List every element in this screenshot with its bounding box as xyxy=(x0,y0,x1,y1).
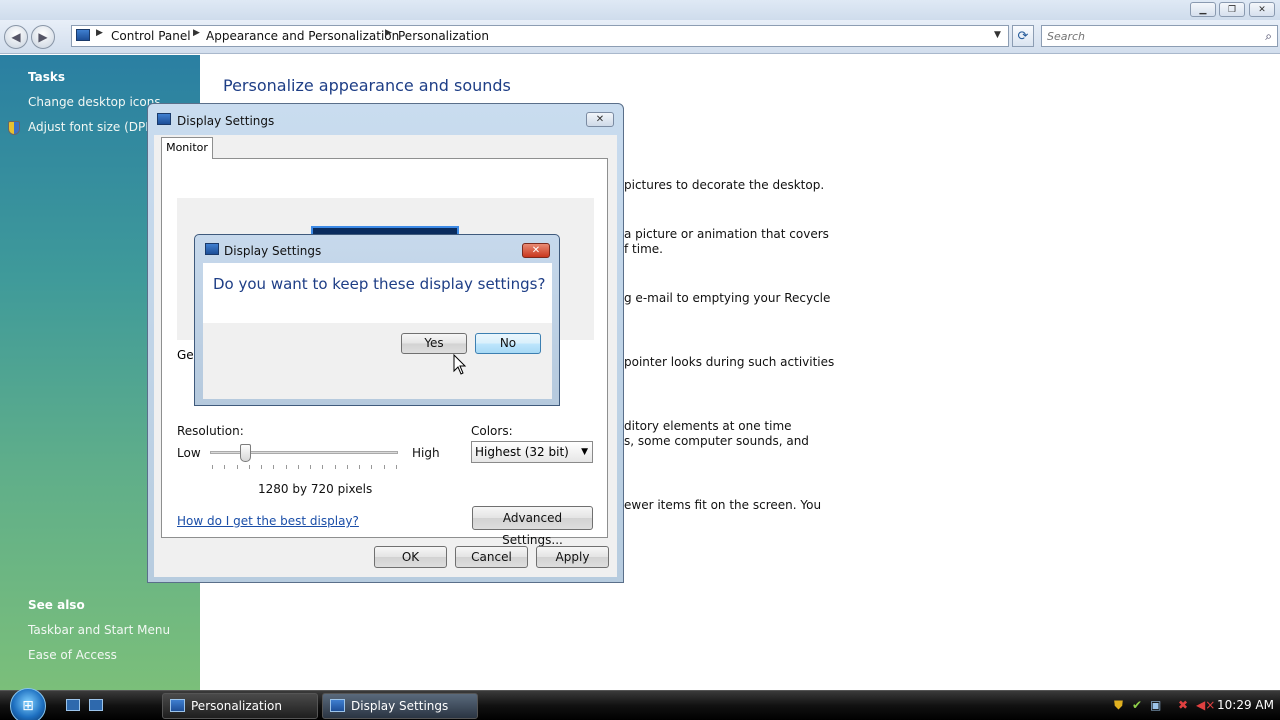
page-title: Personalize appearance and sounds xyxy=(223,76,511,95)
security-shield-icon[interactable]: ⛊ xyxy=(1114,698,1123,713)
mouse-cursor-icon xyxy=(453,354,467,375)
see-also-taskbar[interactable]: Taskbar and Start Menu xyxy=(28,623,170,637)
ok-button[interactable]: OK xyxy=(374,546,447,568)
no-button[interactable]: No xyxy=(475,333,541,354)
dialog-question: Do you want to keep these display settin… xyxy=(213,275,546,293)
taskbar: ⊞ Personalization Display Settings ⛊ ✔ ▣… xyxy=(0,688,1280,720)
yes-button[interactable]: Yes xyxy=(401,333,467,354)
control-panel-icon xyxy=(76,29,90,41)
slider-tick xyxy=(236,465,238,469)
display-icon xyxy=(205,243,219,255)
network-error-icon[interactable]: ✖ xyxy=(1178,698,1188,712)
description-text: ditory elements at one time xyxy=(624,419,792,433)
colors-value: Highest (32 bit) xyxy=(475,445,569,459)
breadcrumb-personalization[interactable]: Personalization xyxy=(398,29,489,43)
display-icon xyxy=(330,699,345,712)
chevron-down-icon[interactable]: ▼ xyxy=(994,30,1001,40)
window-title-strip: ▁ ❐ ✕ xyxy=(0,0,1280,20)
close-button[interactable]: ✕ xyxy=(522,243,550,258)
taskbar-button-display-settings[interactable]: Display Settings xyxy=(322,693,478,719)
shield-icon xyxy=(8,121,20,135)
chevron-right-icon[interactable]: ▶ xyxy=(385,28,392,38)
description-text: pointer looks during such activities xyxy=(624,355,835,369)
slider-tick xyxy=(248,465,250,469)
description-text: f time. xyxy=(624,242,663,256)
back-arrow-icon[interactable]: ◀ xyxy=(4,25,28,49)
taskbar-button-personalization[interactable]: Personalization xyxy=(162,693,318,719)
slider-tick xyxy=(346,465,348,469)
show-desktop-icon[interactable] xyxy=(66,699,80,711)
slider-tick xyxy=(212,465,213,469)
personalization-icon xyxy=(170,699,185,712)
search-icon[interactable]: ⌕ xyxy=(1265,29,1272,44)
maximize-button[interactable]: ❐ xyxy=(1219,2,1245,17)
slider-tick xyxy=(261,465,263,469)
slider-tick xyxy=(224,465,226,469)
dialog-message-area: Do you want to keep these display settin… xyxy=(203,263,552,323)
taskbar-button-label: Display Settings xyxy=(351,699,449,713)
windows-start-icon[interactable]: ⊞ xyxy=(10,688,46,720)
search-input[interactable] xyxy=(1047,27,1247,45)
switch-windows-icon[interactable] xyxy=(89,699,103,711)
tasks-heading: Tasks xyxy=(28,70,66,84)
cancel-button[interactable]: Cancel xyxy=(455,546,528,568)
chevron-right-icon[interactable]: ▶ xyxy=(96,28,103,38)
colors-select[interactable]: Highest (32 bit) ▼ xyxy=(471,441,593,463)
slider-tick xyxy=(285,465,287,469)
slider-tick xyxy=(334,465,336,469)
resolution-value: 1280 by 720 pixels xyxy=(258,482,373,496)
apply-button[interactable]: Apply xyxy=(536,546,609,568)
description-text: g e-mail to emptying your Recycle xyxy=(624,291,831,305)
slider-tick xyxy=(273,465,275,469)
slider-tick xyxy=(371,465,373,469)
description-text: pictures to decorate the desktop. xyxy=(624,178,825,192)
updates-icon[interactable]: ✔ xyxy=(1132,698,1142,712)
volume-muted-icon[interactable]: ◀× xyxy=(1196,698,1215,712)
network-icon[interactable]: ▣ xyxy=(1150,698,1161,712)
chevron-down-icon: ▼ xyxy=(581,447,588,457)
dialog-title: Display Settings xyxy=(224,244,322,258)
slider-tick xyxy=(322,465,324,469)
slider-tick xyxy=(396,465,397,469)
help-link[interactable]: How do I get the best display? xyxy=(177,514,359,528)
slider-tick xyxy=(297,465,299,469)
window-title: Display Settings xyxy=(177,114,275,128)
slider-tick xyxy=(310,465,312,469)
task-adjust-font-size[interactable]: Adjust font size (DPI) xyxy=(28,120,153,134)
colors-label: Colors: xyxy=(471,424,513,438)
resolution-slider[interactable] xyxy=(210,451,398,454)
description-text: s, some computer sounds, and xyxy=(624,434,809,448)
slider-tick xyxy=(359,465,361,469)
resolution-label: Resolution: xyxy=(177,424,244,438)
tab-monitor[interactable]: Monitor xyxy=(161,137,213,159)
close-button[interactable]: ✕ xyxy=(586,112,614,127)
close-button[interactable]: ✕ xyxy=(1249,2,1275,17)
see-also-heading: See also xyxy=(28,598,85,612)
low-label: Low xyxy=(177,446,201,460)
dialog-button-area: Yes No xyxy=(203,323,552,399)
slider-thumb[interactable] xyxy=(240,444,252,462)
breadcrumb-appearance[interactable]: Appearance and Personalization xyxy=(206,29,399,43)
confirm-dialog: Display Settings ✕ Do you want to keep t… xyxy=(194,234,560,406)
refresh-icon[interactable]: ⟳ xyxy=(1012,25,1034,47)
advanced-settings-button[interactable]: Advanced Settings... xyxy=(472,506,593,547)
slider-tick xyxy=(383,465,385,469)
high-label: High xyxy=(412,446,440,460)
forward-arrow-icon[interactable]: ▶ xyxy=(31,25,55,49)
description-text: ewer items fit on the screen. You xyxy=(624,498,822,512)
minimize-button[interactable]: ▁ xyxy=(1190,2,1216,17)
clock[interactable]: 10:29 AM xyxy=(1217,698,1274,712)
display-icon xyxy=(157,113,171,125)
taskbar-button-label: Personalization xyxy=(191,699,282,713)
task-change-desktop-icons[interactable]: Change desktop icons xyxy=(28,95,161,109)
search-box[interactable]: ⌕ xyxy=(1041,25,1278,47)
description-text: a picture or animation that covers xyxy=(624,227,829,241)
chevron-right-icon[interactable]: ▶ xyxy=(193,28,200,38)
see-also-ease-of-access[interactable]: Ease of Access xyxy=(28,648,117,662)
breadcrumb-control-panel[interactable]: Control Panel xyxy=(111,29,191,43)
breadcrumb[interactable]: ▶ Control Panel ▶ Appearance and Persona… xyxy=(71,25,1009,47)
